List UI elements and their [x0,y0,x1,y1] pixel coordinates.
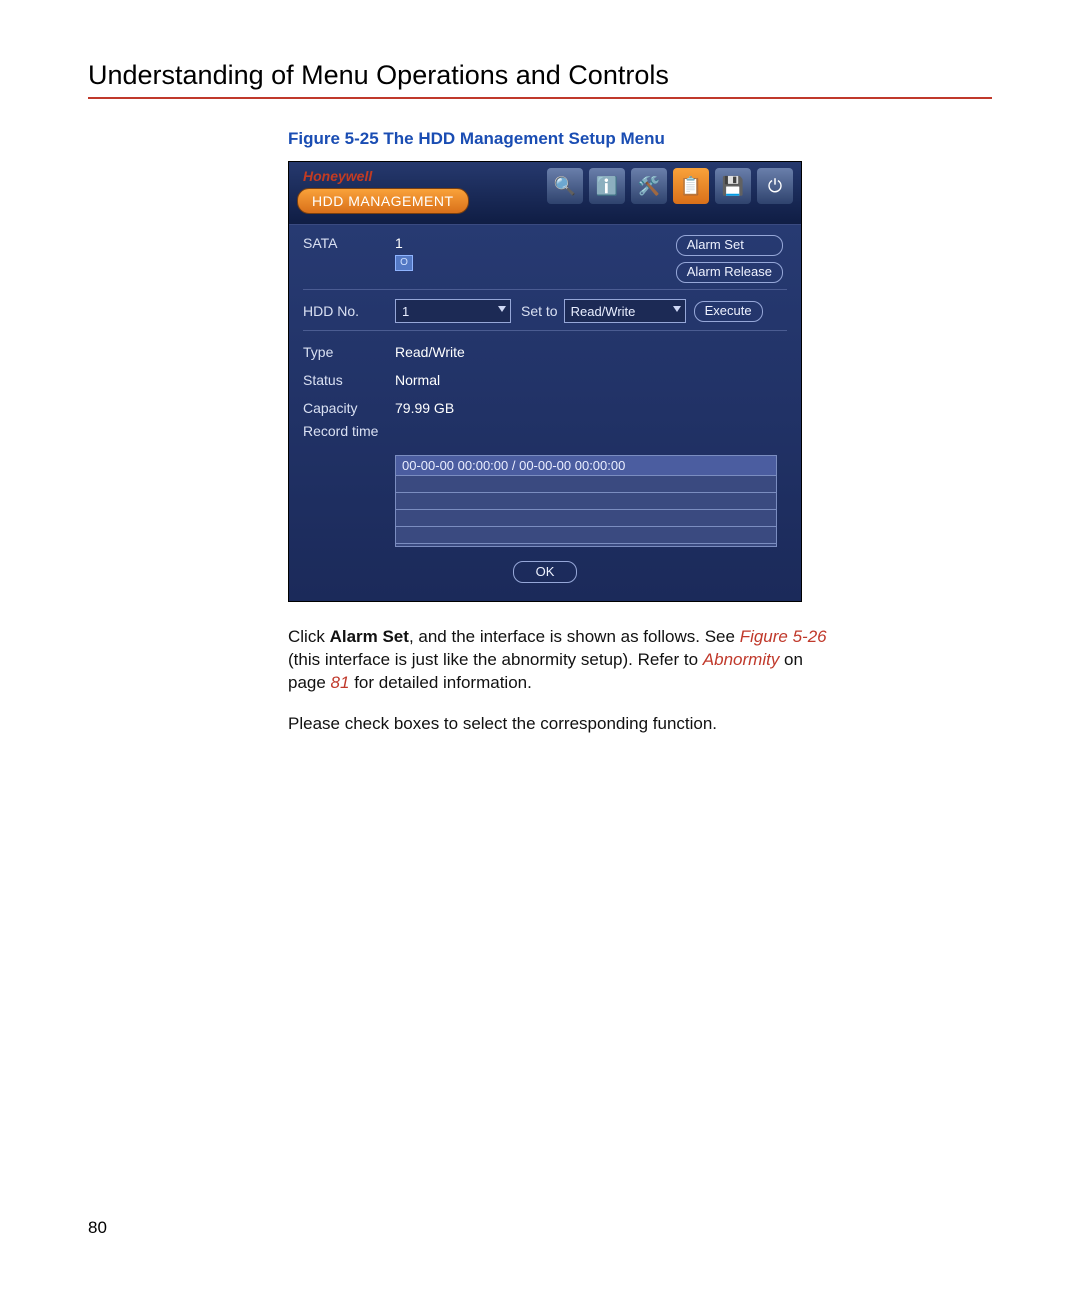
dvr-screenshot: Honeywell HDD MANAGEMENT 🔍 ℹ️ 🛠️ 📋 💾 ⏻ S… [288,161,802,602]
search-icon[interactable]: 🔍 [547,168,583,204]
set-to-select[interactable]: Read/Write [564,299,686,323]
backup-icon[interactable]: 💾 [715,168,751,204]
capacity-label: Capacity [303,400,395,416]
record-time-table: 00-00-00 00:00:00 / 00-00-00 00:00:00 [395,455,777,547]
dvr-header: Honeywell HDD MANAGEMENT 🔍 ℹ️ 🛠️ 📋 💾 ⏻ [289,162,801,225]
section-title: Understanding of Menu Operations and Con… [88,60,992,99]
ok-button[interactable]: OK [513,561,578,583]
alarm-set-button[interactable]: Alarm Set [676,235,783,256]
execute-button[interactable]: Execute [694,301,763,322]
hdd-no-select[interactable]: 1 [395,299,511,323]
sata-label: SATA [303,235,395,251]
figure-caption: Figure 5-25 The HDD Management Setup Men… [288,129,992,149]
status-value: Normal [395,372,787,388]
sata-status-indicator: O [395,255,413,271]
shutdown-icon[interactable]: ⏻ [757,168,793,204]
page-ref-link[interactable]: 81 [331,673,350,692]
alarm-release-button[interactable]: Alarm Release [676,262,783,283]
divider [303,330,787,331]
brand-logo: Honeywell [303,168,372,184]
hdd-no-label: HDD No. [303,303,395,319]
sata-slot-number: 1 [395,235,403,251]
section-tab: HDD MANAGEMENT [297,188,469,214]
figure-ref-link[interactable]: Figure 5-26 [740,627,827,646]
record-time-value: 00-00-00 00:00:00 / 00-00-00 00:00:00 [396,456,776,476]
record-time-label: Record time [303,423,395,439]
set-to-label: Set to [521,303,558,319]
advanced-icon[interactable]: 📋 [673,168,709,204]
abnormity-ref-link[interactable]: Abnormity [703,650,780,669]
body-paragraph-2: Please check boxes to select the corresp… [288,713,828,736]
type-value: Read/Write [395,344,787,360]
type-label: Type [303,344,395,360]
divider [303,289,787,290]
record-time-rows [396,476,776,546]
status-label: Status [303,372,395,388]
page-number: 80 [88,1218,107,1238]
settings-icon[interactable]: 🛠️ [631,168,667,204]
capacity-value: 79.99 GB [395,400,787,416]
body-paragraph-1: Click Alarm Set, and the interface is sh… [288,626,828,695]
info-icon[interactable]: ℹ️ [589,168,625,204]
